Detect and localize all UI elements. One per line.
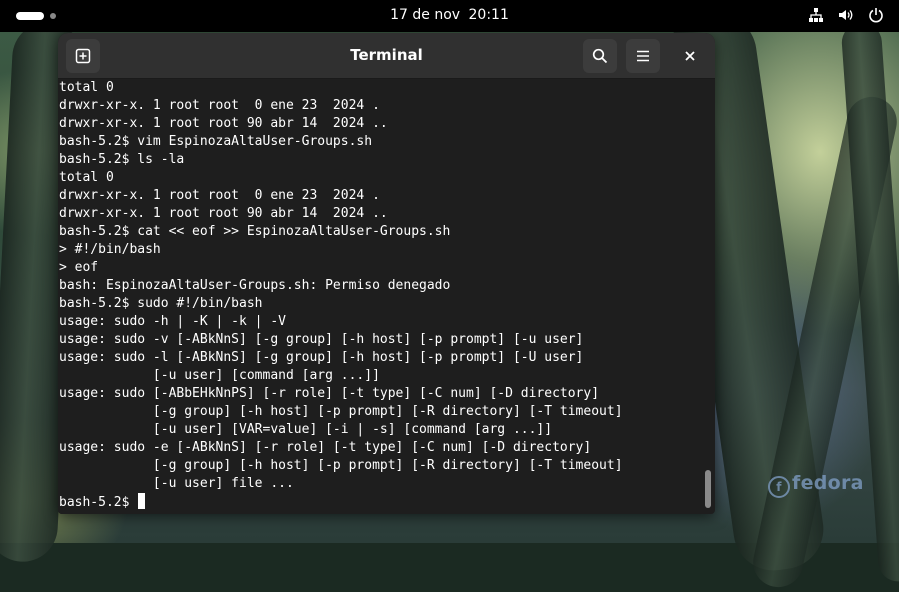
top-bar: 17 de nov 20:11 [0,0,899,32]
terminal-line: usage: sudo -v [-ABkNnS] [-g group] [-h … [59,332,584,347]
clock[interactable]: 17 de nov 20:11 [0,7,899,23]
clock-time: 20:11 [468,7,509,23]
terminal-line: [-g group] [-h host] [-p prompt] [-R dir… [59,458,623,473]
terminal-line: usage: sudo -h | -K | -k | -V [59,314,286,329]
terminal-line: [-u user] [command [arg ...]] [59,368,380,383]
fedora-icon: f [768,476,790,498]
close-icon [685,51,695,61]
fedora-logo-text: fedora [792,472,864,494]
text-cursor [138,493,146,509]
terminal-line: [-u user] [VAR=value] [-i | -s] [command… [59,422,553,437]
terminal-prompt-line[interactable]: bash-5.2$ [59,493,704,511]
terminal-line: drwxr-xr-x. 1 root root 0 ene 23 2024 . [59,98,380,113]
terminal-line: > #!/bin/bash [59,242,161,257]
terminal-prompt: bash-5.2$ [59,495,138,510]
terminal-line: drwxr-xr-x. 1 root root 0 ene 23 2024 . [59,188,380,203]
scrollbar-thumb[interactable] [705,470,711,508]
terminal-line: total 0 [59,80,114,95]
clock-date: 17 de nov [390,7,461,23]
terminal-line: bash-5.2$ sudo #!/bin/bash [59,296,263,311]
terminal-line: bash-5.2$ cat << eof >> EspinozaAltaUser… [59,224,451,239]
terminal-line: usage: sudo -l [-ABkNnS] [-g group] [-h … [59,350,584,365]
terminal-line: bash-5.2$ vim EspinozaAltaUser-Groups.sh [59,134,373,149]
close-button[interactable] [673,39,707,73]
header-bar[interactable]: Terminal [58,33,715,79]
menu-button[interactable] [626,39,660,73]
scrollbar[interactable] [703,79,713,514]
terminal-line: bash: EspinozaAltaUser-Groups.sh: Permis… [59,278,451,293]
terminal-output[interactable]: total 0 drwxr-xr-x. 1 root root 0 ene 23… [58,79,704,514]
terminal-line: drwxr-xr-x. 1 root root 90 abr 14 2024 .… [59,206,388,221]
terminal-line: bash-5.2$ ls -la [59,152,185,167]
volume-icon[interactable] [837,6,855,24]
terminal-line: [-g group] [-h host] [-p prompt] [-R dir… [59,404,623,419]
search-button[interactable] [583,39,617,73]
fedora-logo: f fedora [768,472,864,498]
menu-icon [637,50,649,62]
terminal-window[interactable]: Terminal total 0 drwxr-xr-x. 1 root root… [58,33,715,514]
terminal-line: > eof [59,260,99,275]
terminal-line: drwxr-xr-x. 1 root root 90 abr 14 2024 .… [59,116,388,131]
power-icon[interactable] [867,6,885,24]
terminal-line: usage: sudo [-ABbEHkNnPS] [-r role] [-t … [59,386,600,401]
new-tab-button[interactable] [66,39,100,73]
search-icon [592,48,608,64]
system-tray[interactable] [807,6,885,24]
terminal-line: [-u user] file ... [59,476,294,491]
terminal-line: total 0 [59,170,114,185]
terminal-line: usage: sudo -e [-ABkNnS] [-r role] [-t t… [59,440,592,455]
network-icon[interactable] [807,6,825,24]
new-tab-icon [75,48,91,64]
